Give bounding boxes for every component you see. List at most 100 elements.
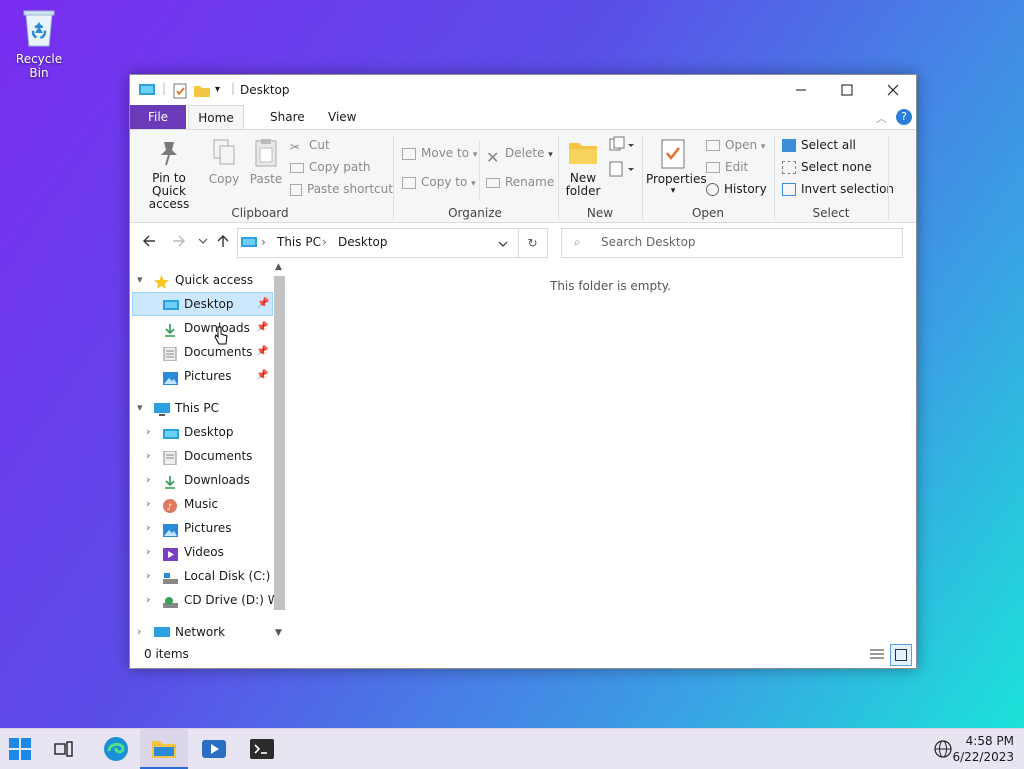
maximize-button[interactable] [824,75,870,105]
properties-quick-icon[interactable] [173,83,187,102]
forward-arrow-icon[interactable] [172,234,186,251]
expand-chevron-right-icon[interactable]: › [146,516,150,540]
up-arrow-icon[interactable] [216,234,230,251]
file-explorer-taskbar-button[interactable] [140,729,188,769]
tree-node-network[interactable]: › Network [130,620,270,642]
tree-node-pc-desktop[interactable]: › Desktop [130,420,270,444]
expand-chevron-right-icon[interactable]: › [146,420,150,444]
copy-icon [204,138,244,172]
customize-toolbar-chevron-icon[interactable]: ▾ [215,84,220,95]
new-folder-button[interactable]: New folder [562,138,604,198]
scroll-down-arrow-icon[interactable]: ▼ [275,628,282,638]
move-to-button[interactable]: Move to ▾ [402,146,477,160]
open-button[interactable]: Open ▾ [706,138,765,152]
tree-node-quick-desktop[interactable]: Desktop 📌 [132,292,273,316]
refresh-button[interactable]: ↻ [518,228,548,258]
cut-button[interactable]: ✂ Cut [290,138,330,154]
clock-date: 6/22/2023 [952,750,1014,764]
tree-node-quick-pictures[interactable]: Pictures 📌 [130,364,270,388]
scroll-up-arrow-icon[interactable]: ▲ [275,262,282,272]
tree-node-pc-pictures[interactable]: › Pictures [130,516,270,540]
navigation-scrollbar[interactable]: ▲ ▼ [271,262,287,644]
select-all-icon [782,139,796,152]
new-item-icon[interactable] [608,136,634,157]
start-button[interactable] [0,729,44,769]
pin-to-quick-access-button[interactable]: Pin to Quick access [136,138,202,211]
mouse-cursor-hand-icon [214,326,228,349]
search-box[interactable]: ⌕ Search Desktop [561,228,903,258]
tree-node-pc-documents[interactable]: › Documents [130,444,270,468]
rename-button[interactable]: Rename [486,175,554,189]
new-folder-quick-icon[interactable] [194,84,210,100]
select-all-button[interactable]: Select all [782,138,856,152]
expand-chevron-down-icon[interactable]: ▾ [137,268,143,292]
ribbon-home: Pin to Quick access Copy Paste ✂ Cut Copy… [130,129,916,223]
address-bar[interactable]: › This PC › Desktop [237,228,519,258]
help-icon[interactable]: ? [896,109,912,125]
details-view-icon[interactable] [870,648,884,663]
tree-node-pc-music[interactable]: › ♪ Music [130,492,270,516]
documents-icon [163,345,178,362]
copy-path-button[interactable]: Copy path [290,160,371,174]
breadcrumb-desktop[interactable]: Desktop [338,235,388,249]
delete-x-icon: ✕ [486,147,500,167]
expand-chevron-down-icon[interactable]: ▾ [137,396,143,420]
tree-node-local-disk[interactable]: › Local Disk (C:) [130,564,270,588]
empty-folder-message: This folder is empty. [550,279,671,293]
recent-locations-chevron-icon[interactable] [198,235,208,249]
tree-node-pc-videos[interactable]: › Videos [130,540,270,564]
large-icons-view-icon[interactable] [890,644,912,666]
tree-node-quick-access[interactable]: ▾ Quick access [130,268,270,292]
minimize-button[interactable] [778,75,824,105]
file-list-area[interactable]: This folder is empty. [288,264,916,642]
edge-taskbar-button[interactable] [92,729,140,769]
expand-chevron-right-icon[interactable]: › [146,564,150,588]
tab-share[interactable]: Share [256,105,319,129]
invert-selection-button[interactable]: Invert selection [782,182,894,196]
history-button[interactable]: History [706,182,767,196]
globe-network-icon[interactable] [934,740,952,761]
properties-dropdown-icon: ▾ [670,186,676,196]
media-player-taskbar-button[interactable] [190,729,238,769]
scissors-icon: ✂ [290,139,301,154]
network-icon [154,625,170,639]
title-bar[interactable]: | ▾ | Desktop [130,75,916,105]
delete-button[interactable]: ✕ Delete ▾ [486,146,553,167]
address-dropdown-chevron-icon[interactable] [498,238,508,252]
expand-chevron-right-icon[interactable]: › [146,492,150,516]
pictures-icon [163,369,178,385]
tree-node-this-pc[interactable]: ▾ This PC [130,396,270,420]
pin-icon: 📌 [256,370,269,381]
breadcrumb-separator: › [261,235,266,249]
copy-to-button[interactable]: Copy to ▾ [402,175,476,189]
expand-chevron-right-icon[interactable]: › [146,588,150,612]
expand-chevron-right-icon[interactable]: › [146,444,150,468]
tree-node-cd-drive[interactable]: › CD Drive (D:) Wi [130,588,283,612]
breadcrumb-this-pc[interactable]: This PC [277,235,321,249]
easy-access-icon[interactable] [608,160,634,181]
select-none-button[interactable]: Select none [782,160,872,174]
system-clock[interactable]: 4:58 PM 6/22/2023 [952,733,1014,765]
back-arrow-icon[interactable] [142,234,156,251]
tree-node-quick-documents[interactable]: Documents 📌 [130,340,270,364]
tree-node-quick-downloads[interactable]: Downloads 📌 [130,316,270,340]
organize-group-label: Organize [448,206,502,220]
minimize-ribbon-chevron-icon[interactable]: ︿ [876,110,887,126]
tab-file[interactable]: File [130,105,186,129]
expand-chevron-right-icon[interactable]: › [146,540,150,564]
expand-chevron-right-icon[interactable]: › [137,620,141,642]
properties-button[interactable]: Properties ▾ [646,138,707,196]
expand-chevron-right-icon[interactable]: › [146,468,150,492]
tab-view[interactable]: View [314,105,370,129]
close-button[interactable] [870,75,916,105]
edit-button[interactable]: Edit [706,160,748,174]
copy-button[interactable]: Copy [204,138,244,186]
scrollbar-thumb[interactable] [274,276,285,610]
recycle-bin-desktop-icon[interactable]: Recycle Bin [6,8,72,80]
tree-node-pc-downloads[interactable]: › Downloads [130,468,270,492]
tab-home[interactable]: Home [188,105,244,131]
paste-button[interactable]: Paste [246,138,286,186]
task-view-button[interactable] [40,729,88,769]
paste-shortcut-button[interactable]: Paste shortcut [290,182,393,196]
terminal-taskbar-button[interactable] [238,729,286,769]
